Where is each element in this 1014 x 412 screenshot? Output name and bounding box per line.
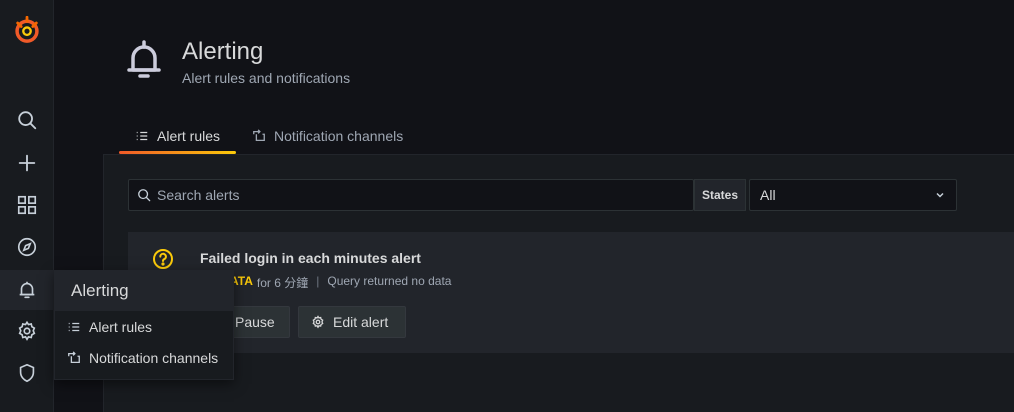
tab-bar: Alert rules Notification channels [119,118,419,154]
tab-alert-rules[interactable]: Alert rules [119,118,237,154]
question-circle-icon [153,249,173,269]
alert-rule-meta: NO DATA for 6 分鐘 | Query returned no dat… [200,274,451,291]
edit-alert-button[interactable]: Edit alert [298,306,406,338]
search-icon[interactable] [0,102,54,138]
sidebar [0,0,54,412]
alert-duration: for 6 分鐘 [256,276,309,290]
alerting-flyout-menu: Alerting Alert rules Notification channe… [54,270,234,380]
search-input[interactable] [157,187,657,203]
states-select[interactable]: All [749,179,957,211]
tab-label: Alert rules [157,128,221,144]
search-icon [138,189,151,202]
edit-alert-label: Edit alert [333,314,389,330]
plus-icon[interactable] [0,145,54,181]
states-label: States [694,179,746,211]
page-title: Alerting [182,38,264,65]
bell-icon [124,38,164,82]
flyout-item-label: Notification channels [89,349,219,366]
flyout-item-alert-rules[interactable]: Alert rules [55,311,233,342]
shield-icon[interactable] [0,355,54,391]
tab-notification-channels[interactable]: Notification channels [236,118,419,154]
page-subtitle: Alert rules and notifications [182,70,351,86]
flyout-title[interactable]: Alerting [55,271,233,311]
separator: | [316,274,320,288]
search-box [128,179,694,211]
compass-icon[interactable] [0,229,54,265]
dashboards-grid-icon[interactable] [0,187,54,223]
list-icon [136,131,148,141]
grafana-logo-icon[interactable] [0,10,54,50]
flyout-item-label: Alert rules [89,318,153,335]
flyout-item-notification-channels[interactable]: Notification channels [55,342,233,373]
tab-label: Notification channels [274,128,404,144]
alert-rules-panel: States All Failed login in each minutes … [103,154,1014,412]
gear-icon [312,315,324,329]
bell-icon[interactable] [0,270,54,310]
flyout-padding [55,373,233,379]
alert-info: Query returned no data [327,274,452,288]
gear-icon[interactable] [0,313,54,349]
list-icon [68,322,80,331]
alert-rule-title[interactable]: Failed login in each minutes alert [200,250,421,266]
channel-icon [253,129,265,142]
pause-label: Pause [235,314,275,330]
alert-rule-item: Failed login in each minutes alert NO DA… [128,232,1014,353]
channel-icon [68,350,80,363]
states-value: All [760,187,776,203]
chevron-down-icon [936,192,944,198]
